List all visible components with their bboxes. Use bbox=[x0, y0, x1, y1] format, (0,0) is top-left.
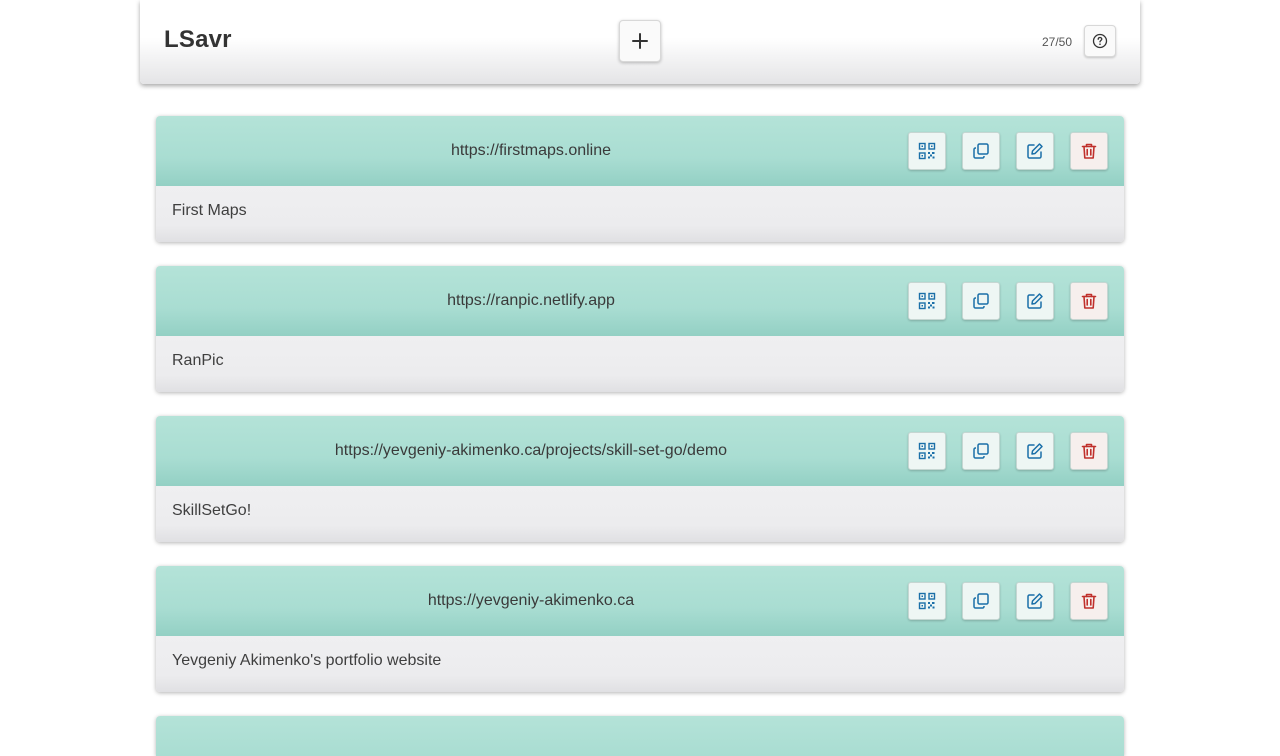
trash-icon bbox=[1081, 293, 1097, 309]
link-url[interactable]: https://ranpic.netlify.app bbox=[156, 292, 906, 310]
link-card: https://ranpic.netlify.app RanPic bbox=[156, 266, 1124, 392]
qr-code-button[interactable] bbox=[908, 132, 946, 170]
edit-button[interactable] bbox=[1016, 132, 1054, 170]
link-description: RanPic bbox=[172, 352, 224, 369]
link-actions bbox=[908, 582, 1108, 620]
app-header: LSavr 27/50 bbox=[140, 0, 1140, 84]
qr-code-icon bbox=[918, 292, 936, 310]
link-description: SkillSetGo! bbox=[172, 502, 252, 519]
add-link-button[interactable] bbox=[619, 20, 661, 62]
edit-button[interactable] bbox=[1016, 432, 1054, 470]
edit-icon bbox=[1027, 293, 1043, 309]
copy-icon bbox=[973, 593, 989, 609]
link-card-body: Yevgeniy Akimenko's portfolio website bbox=[156, 636, 1124, 692]
edit-icon bbox=[1027, 143, 1043, 159]
delete-button[interactable] bbox=[1070, 582, 1108, 620]
link-count: 27/50 bbox=[1041, 35, 1072, 49]
qr-code-button[interactable] bbox=[908, 432, 946, 470]
edit-button[interactable] bbox=[1016, 582, 1054, 620]
trash-icon bbox=[1081, 593, 1097, 609]
link-actions bbox=[908, 282, 1108, 320]
link-actions bbox=[908, 432, 1108, 470]
copy-icon bbox=[973, 443, 989, 459]
app-title: LSavr bbox=[164, 26, 232, 53]
copy-button[interactable] bbox=[962, 432, 1000, 470]
link-card-body: SkillSetGo! bbox=[156, 486, 1124, 542]
qr-code-icon bbox=[918, 592, 936, 610]
copy-icon bbox=[973, 293, 989, 309]
edit-icon bbox=[1027, 443, 1043, 459]
link-url[interactable]: https://firstmaps.online bbox=[156, 142, 906, 160]
delete-button[interactable] bbox=[1070, 282, 1108, 320]
link-list: https://firstmaps.online First Maps http… bbox=[156, 116, 1124, 756]
link-card-header: https://yevgeniy-akimenko.ca bbox=[156, 566, 1124, 636]
delete-button[interactable] bbox=[1070, 432, 1108, 470]
qr-code-icon bbox=[918, 142, 936, 160]
copy-button[interactable] bbox=[962, 582, 1000, 620]
help-button[interactable] bbox=[1084, 25, 1116, 57]
copy-icon bbox=[973, 143, 989, 159]
copy-button[interactable] bbox=[962, 282, 1000, 320]
link-description: Yevgeniy Akimenko's portfolio website bbox=[172, 652, 442, 669]
plus-icon bbox=[632, 33, 648, 49]
link-card-partial bbox=[156, 716, 1124, 756]
link-card-body: First Maps bbox=[156, 186, 1124, 242]
qr-code-button[interactable] bbox=[908, 582, 946, 620]
link-card-body: RanPic bbox=[156, 336, 1124, 392]
link-card-header: https://yevgeniy-akimenko.ca/projects/sk… bbox=[156, 416, 1124, 486]
link-url[interactable]: https://yevgeniy-akimenko.ca/projects/sk… bbox=[156, 442, 906, 460]
qr-code-button[interactable] bbox=[908, 282, 946, 320]
link-card: https://yevgeniy-akimenko.ca Yevgeniy Ak… bbox=[156, 566, 1124, 692]
link-actions bbox=[908, 132, 1108, 170]
copy-button[interactable] bbox=[962, 132, 1000, 170]
link-card: https://yevgeniy-akimenko.ca/projects/sk… bbox=[156, 416, 1124, 542]
question-circle-icon bbox=[1092, 33, 1108, 49]
edit-icon bbox=[1027, 593, 1043, 609]
link-url[interactable]: https://yevgeniy-akimenko.ca bbox=[156, 592, 906, 610]
link-card: https://firstmaps.online First Maps bbox=[156, 116, 1124, 242]
edit-button[interactable] bbox=[1016, 282, 1054, 320]
trash-icon bbox=[1081, 143, 1097, 159]
link-description: First Maps bbox=[172, 202, 247, 219]
delete-button[interactable] bbox=[1070, 132, 1108, 170]
link-card-header: https://firstmaps.online bbox=[156, 116, 1124, 186]
trash-icon bbox=[1081, 443, 1097, 459]
link-card-header: https://ranpic.netlify.app bbox=[156, 266, 1124, 336]
qr-code-icon bbox=[918, 442, 936, 460]
